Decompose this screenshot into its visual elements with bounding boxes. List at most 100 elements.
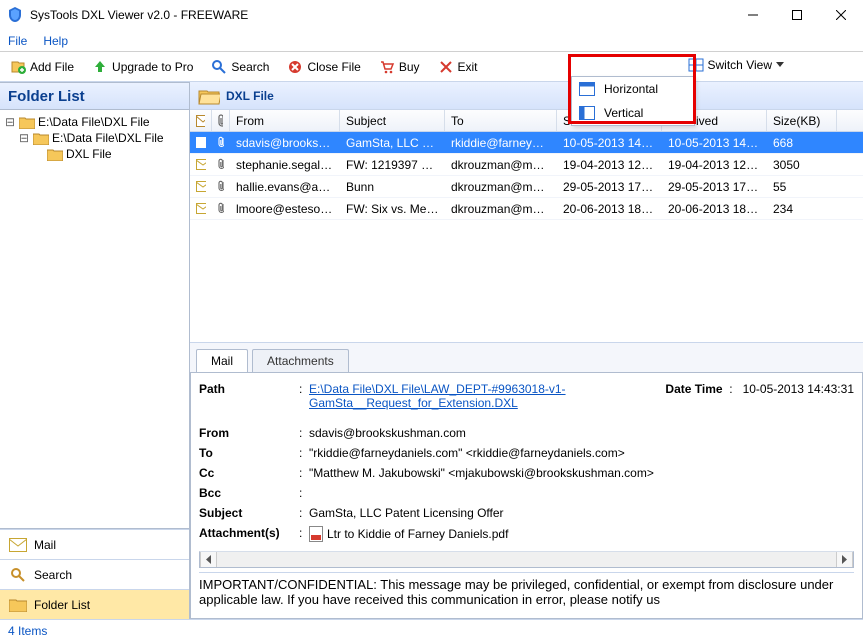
grid-body[interactable]: sdavis@brooksk…GamSta, LLC Pate…rkiddie@… [190,132,863,342]
menu-bar: File Help [0,30,863,52]
main-area: Folder List ⊟ E:\Data File\DXL File ⊟ E:… [0,82,863,619]
chevron-down-icon [776,62,784,68]
pdf-icon [309,526,323,542]
tab-attachments[interactable]: Attachments [252,349,349,372]
table-row[interactable]: stephanie.segali…FW: 1219397 Go…dkrouzma… [190,154,863,176]
folder-open-icon [198,87,220,105]
switch-view-vertical[interactable]: Vertical [572,101,694,125]
detail-hscroll[interactable] [199,551,854,568]
cell-sent: 29-05-2013 17:23:… [557,180,662,194]
cell-size: 55 [767,180,837,194]
close-file-label: Close File [307,60,360,74]
mail-icon [8,537,28,553]
nav-mail[interactable]: Mail [0,529,189,559]
col-from[interactable]: From [230,110,340,131]
app-icon [6,6,24,24]
cell-from: hallie.evans@ake… [230,180,340,194]
upgrade-icon [92,59,108,75]
tab-mail[interactable]: Mail [196,349,248,372]
attachment-value[interactable]: Ltr to Kiddie of Farney Daniels.pdf [327,527,508,541]
buy-label: Buy [399,60,420,74]
cell-from: sdavis@brooksk… [230,136,340,150]
envelope-icon [190,181,212,192]
tree-label[interactable]: E:\Data File\DXL File [52,131,164,145]
cell-subject: GamSta, LLC Pate… [340,136,445,150]
table-row[interactable]: hallie.evans@ake…Bunndkrouzman@met…29-05… [190,176,863,198]
path-value[interactable]: E:\Data File\DXL File\LAW_DEPT-#9963018-… [309,382,566,410]
cell-received: 20-06-2013 18:19:… [662,202,767,216]
folder-icon [8,597,28,613]
nav-folder-list[interactable]: Folder List [0,589,189,619]
window-title: SysTools DXL Viewer v2.0 - FREEWARE [30,8,731,22]
tree-expander-icon[interactable]: ⊟ [18,131,30,145]
envelope-icon [190,137,212,148]
datetime-label: Date Time [665,382,722,396]
paperclip-icon [212,158,230,171]
cc-value: "Matthew M. Jakubowski" <mjakubowski@bro… [309,466,854,480]
cell-from: stephanie.segali… [230,158,340,172]
cell-received: 10-05-2013 14:43:… [662,136,767,150]
cell-to: rkiddie@farney… [445,136,557,150]
tree-expander-icon[interactable]: ⊟ [4,115,16,129]
exit-button[interactable]: Exit [432,57,484,77]
scroll-left-icon[interactable] [200,552,217,567]
upgrade-button[interactable]: Upgrade to Pro [86,57,199,77]
folder-list-header: Folder List [0,82,189,110]
dxl-file-title: DXL File [226,89,274,103]
tree-node[interactable]: ⊟ E:\Data File\DXL File [2,130,187,146]
envelope-icon [190,159,212,170]
search-label: Search [231,60,269,74]
col-icon1[interactable] [190,110,212,131]
upgrade-label: Upgrade to Pro [112,60,193,74]
buy-icon [379,59,395,75]
paperclip-icon [212,202,230,215]
tree-node[interactable]: DXL File [2,146,187,162]
cc-label: Cc [199,466,299,480]
buy-button[interactable]: Buy [373,57,426,77]
tree-label[interactable]: DXL File [66,147,112,161]
col-size[interactable]: Size(KB) [767,110,837,131]
right-panel: DXL File From Subject To Sent Received S… [190,82,863,619]
minimize-button[interactable] [731,1,775,29]
left-panel: Folder List ⊟ E:\Data File\DXL File ⊟ E:… [0,82,190,619]
switch-view-button[interactable]: Switch View [679,54,793,76]
horizontal-icon [578,81,596,97]
nav-stack: Mail Search Folder List [0,529,189,619]
add-file-icon [10,59,26,75]
scroll-right-icon[interactable] [836,552,853,567]
menu-help[interactable]: Help [43,34,68,48]
search-icon [211,59,227,75]
envelope-icon [196,115,205,127]
close-file-icon [287,59,303,75]
path-label: Path [199,382,299,396]
cell-size: 668 [767,136,837,150]
switch-view-horizontal[interactable]: Horizontal [572,77,694,101]
col-icon2[interactable] [212,110,230,131]
add-file-button[interactable]: Add File [4,57,80,77]
tree-node[interactable]: ⊟ E:\Data File\DXL File [2,114,187,130]
folder-tree[interactable]: ⊟ E:\Data File\DXL File ⊟ E:\Data File\D… [0,110,189,529]
close-file-button[interactable]: Close File [281,57,366,77]
paperclip-icon [212,180,230,193]
paperclip-icon [218,114,223,128]
cell-from: lmoore@estesok… [230,202,340,216]
cell-sent: 20-06-2013 18:19:… [557,202,662,216]
table-row[interactable]: sdavis@brooksk…GamSta, LLC Pate…rkiddie@… [190,132,863,154]
nav-search[interactable]: Search [0,559,189,589]
maximize-button[interactable] [775,1,819,29]
tree-label[interactable]: E:\Data File\DXL File [38,115,150,129]
search-icon [8,567,28,583]
from-value: sdavis@brookskushman.com [309,426,854,440]
nav-search-label: Search [34,568,72,582]
vertical-label: Vertical [604,106,643,120]
vertical-icon [578,105,596,121]
col-subject[interactable]: Subject [340,110,445,131]
table-row[interactable]: lmoore@estesok…FW: Six vs. MetLifedkrouz… [190,198,863,220]
close-button[interactable] [819,1,863,29]
col-to[interactable]: To [445,110,557,131]
menu-file[interactable]: File [8,34,27,48]
search-button[interactable]: Search [205,57,275,77]
nav-folder-label: Folder List [34,598,90,612]
from-label: From [199,426,299,440]
switch-view-label: Switch View [708,58,772,72]
